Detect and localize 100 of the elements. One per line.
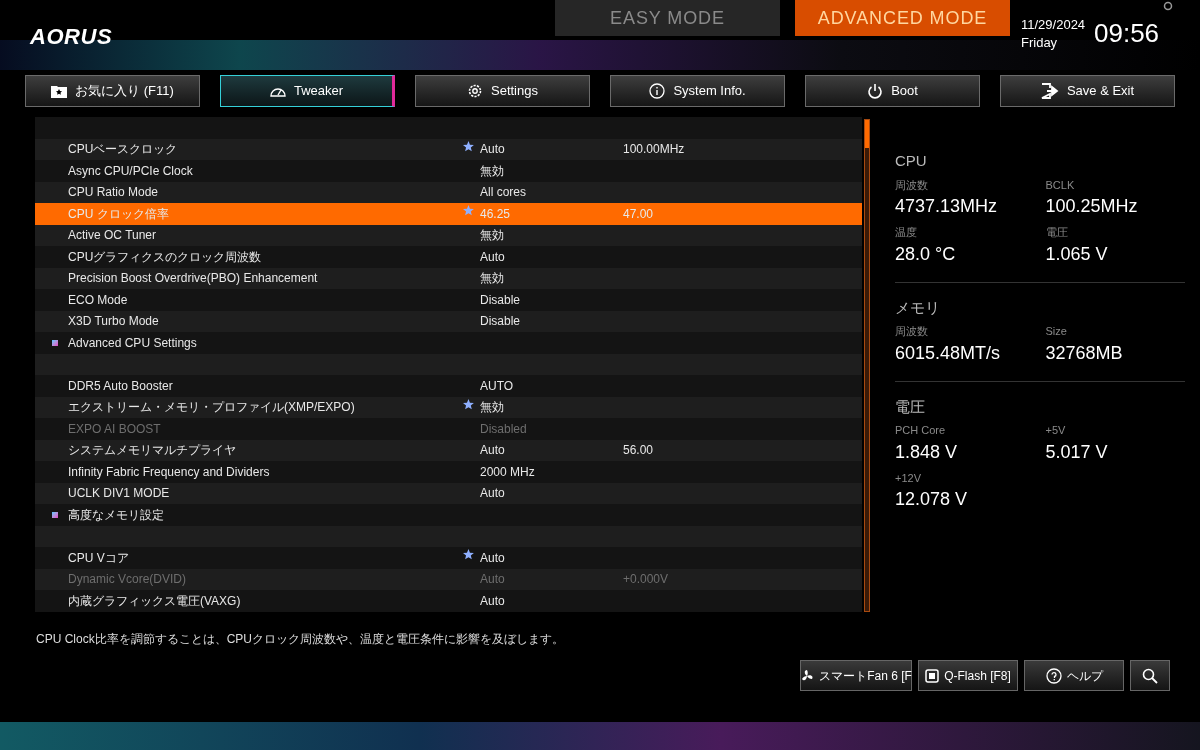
chip-icon <box>925 668 940 683</box>
help-icon <box>1045 667 1062 684</box>
setting-label: UCLK DIV1 MODE <box>68 485 170 503</box>
submenu-link[interactable]: 高度なメモリ設定 <box>68 505 164 524</box>
setting-value[interactable]: Auto <box>480 247 505 266</box>
square-bullet-icon <box>52 339 58 346</box>
info-icon <box>649 83 666 99</box>
setting-reading: +0.000V <box>623 571 669 589</box>
reading-value: 6015.48MT/s <box>895 341 1002 365</box>
setting-label: CPUベースクロック <box>68 141 178 159</box>
reading-value: 1.848 V <box>895 440 959 464</box>
date: 11/29/2024 <box>1021 16 1086 34</box>
reading-label: 周波数 <box>895 324 929 339</box>
setting-label: エクストリーム・メモリ・プロファイル(XMP/EXPO) <box>68 399 355 417</box>
setting-label: システムメモリマルチプライヤ <box>68 442 236 460</box>
reading-value: 12.078 V <box>895 488 969 511</box>
toolbar-button[interactable]: スマートFan 6 [F <box>800 660 912 691</box>
reading-value: 5.017 V <box>1045 440 1109 464</box>
setting-label: DDR5 Auto Booster <box>68 377 173 395</box>
search-icon <box>1142 667 1158 684</box>
reading-label: 周波数 <box>895 177 929 193</box>
setting-label: Dynamic Vcore(DVID) <box>68 571 187 589</box>
reading-label: +12V <box>895 470 922 486</box>
setting-row[interactable]: エクストリーム・メモリ・プロファイル(XMP/EXPO) 無効 <box>35 396 862 418</box>
setting-label: EXPO AI BOOST <box>68 420 161 438</box>
setting-row[interactable]: Precision Boost Overdrive(PBO) Enhancement 無効 <box>35 267 862 289</box>
setting-row[interactable]: CPUベースクロック Auto 100.00MHz <box>35 138 862 160</box>
setting-label: Async CPU/PCIe Clock <box>68 162 193 180</box>
setting-row[interactable]: CPU Ratio Mode All cores <box>35 181 862 203</box>
setting-label: X3D Turbo Mode <box>68 313 159 331</box>
scrollbar[interactable] <box>864 119 870 612</box>
setting-value[interactable]: 無効 <box>480 398 504 417</box>
square-bullet-icon <box>52 511 58 518</box>
reading-label: BCLK <box>1045 177 1076 193</box>
setting-row[interactable]: ECO Mode Disable <box>35 289 862 311</box>
setting-reading: 100.00MHz <box>623 141 685 159</box>
toolbar-button[interactable]: ヘルプ <box>1024 660 1124 691</box>
clock-time: 09:56 <box>1094 17 1160 50</box>
setting-label: Infinity Fabric Frequency and Dividers <box>68 463 270 481</box>
setting-value[interactable]: Auto <box>480 140 505 159</box>
weekday: Friday <box>1021 34 1059 52</box>
toolbar-button[interactable]: Q-Flash [F8] <box>918 660 1018 691</box>
fan-icon <box>800 668 815 683</box>
section-title: メモリ <box>895 297 941 318</box>
section-title: CPU <box>895 151 928 171</box>
setting-row[interactable]: Active OC Tuner 無効 <box>35 224 862 246</box>
reading-value: 28.0 °C <box>895 242 957 266</box>
setting-row[interactable]: システムメモリマルチプライヤ Auto 56.00 <box>35 439 862 461</box>
reading-label: +5V <box>1045 423 1067 438</box>
reading-value: 100.25MHz <box>1045 195 1139 218</box>
gauge-icon <box>269 85 286 97</box>
power-icon <box>867 83 884 99</box>
reading-label: 温度 <box>895 225 918 240</box>
exit-icon <box>1040 83 1059 99</box>
setting-value[interactable]: Disable <box>480 312 521 331</box>
setting-value[interactable]: Disable <box>480 290 521 309</box>
reading-label: 電圧 <box>1045 225 1069 240</box>
setting-value[interactable]: Auto <box>480 591 505 610</box>
menu-tab[interactable]: Save & Exit <box>1000 75 1175 107</box>
setting-label: ECO Mode <box>68 291 128 309</box>
menu-tab[interactable]: Boot <box>805 75 980 107</box>
mode-tab[interactable]: EASY MODE <box>555 0 780 36</box>
reading-label: Size <box>1045 324 1068 339</box>
reading-value: 4737.13MHz <box>895 195 999 218</box>
logo: AORUS <box>30 23 113 51</box>
setting-value[interactable]: Auto <box>480 484 505 503</box>
setting-row[interactable]: X3D Turbo Mode Disable <box>35 310 862 332</box>
setting-value[interactable]: 無効 <box>480 226 504 245</box>
setting-label: CPUグラフィクスのクロック周波数 <box>68 248 262 266</box>
reading-label: PCH Core <box>895 423 947 438</box>
setting-label: Precision Boost Overdrive(PBO) Enhancement <box>68 270 318 288</box>
setting-reading: 47.00 <box>623 205 654 223</box>
setting-row[interactable]: CPU Vコア Auto <box>35 547 862 569</box>
setting-reading: 56.00 <box>623 442 654 460</box>
menu-tab[interactable]: System Info. <box>610 75 785 107</box>
setting-row[interactable]: Infinity Fabric Frequency and Dividers 2000 MHz <box>35 461 862 483</box>
setting-label: CPU Ratio Mode <box>68 184 159 202</box>
menu-tab[interactable]: Settings <box>415 75 590 107</box>
setting-value[interactable]: All cores <box>480 183 526 202</box>
setting-row[interactable]: DDR5 Auto Booster AUTO <box>35 375 862 397</box>
help-text: CPU Clock比率を調節することは、CPUクロック周波数や、温度と電圧条件に影響を及ぼします。 <box>36 631 564 648</box>
setting-value[interactable]: Auto <box>480 441 505 460</box>
menu-tab[interactable]: お気に入り (F11) <box>25 75 200 107</box>
setting-value[interactable]: Auto <box>480 548 505 567</box>
setting-label: 内蔵グラフィックス電圧(VAXG) <box>68 592 241 610</box>
section-title: 電圧 <box>895 396 926 417</box>
setting-label: CPU クロック倍率 <box>68 205 169 223</box>
setting-row[interactable]: UCLK DIV1 MODE Auto <box>35 482 862 504</box>
setting-row[interactable]: 内蔵グラフィックス電圧(VAXG) Auto <box>35 590 862 612</box>
setting-value[interactable]: 無効 <box>480 269 504 288</box>
search-button[interactable] <box>1130 660 1170 691</box>
star-folder-icon <box>51 84 68 98</box>
menu-tab[interactable]: Tweaker <box>220 75 395 107</box>
setting-value[interactable]: 2000 MHz <box>480 462 535 481</box>
setting-value[interactable]: 無効 <box>480 161 504 180</box>
setting-row[interactable]: Async CPU/PCIe Clock 無効 <box>35 160 862 182</box>
submenu-link[interactable]: Advanced CPU Settings <box>68 333 197 352</box>
setting-value[interactable]: AUTO <box>480 376 514 395</box>
setting-label: Active OC Tuner <box>68 227 157 245</box>
setting-row[interactable]: CPUグラフィクスのクロック周波数 Auto <box>35 246 862 268</box>
